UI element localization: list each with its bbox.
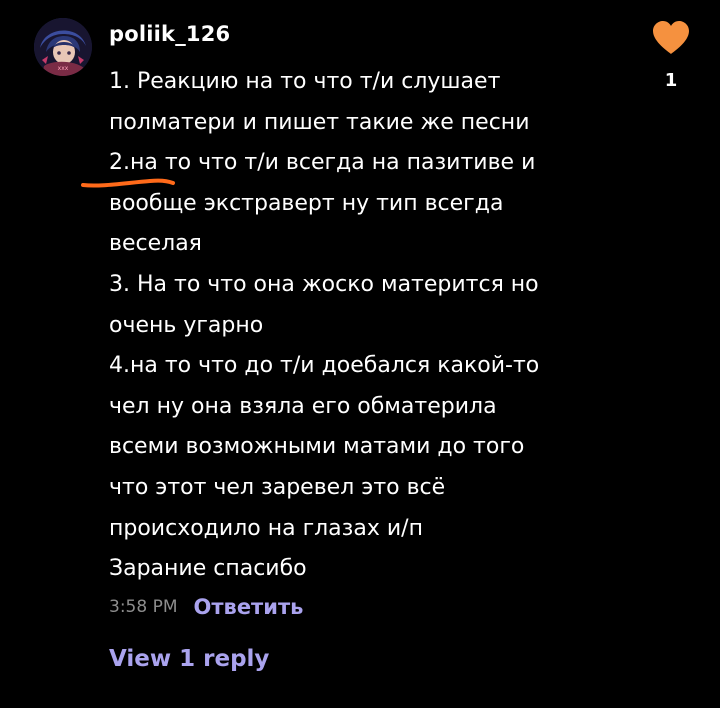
username[interactable]: poliik_126 bbox=[109, 22, 230, 46]
comment-line: происходило на глазах и/п bbox=[109, 515, 423, 541]
comment-item: xxx poliik_126 1. Реакцию на то что т/и … bbox=[0, 0, 720, 708]
comment-line: веселая bbox=[109, 231, 202, 257]
like-count: 1 bbox=[664, 70, 678, 91]
comment-line: чел ну она взяла его обматерила bbox=[109, 393, 497, 419]
comment-line: вообще экстраверт ну тип всегда bbox=[109, 190, 504, 216]
comment-line: 2.на то что т/и всегда на пазитиве и bbox=[109, 150, 536, 176]
comment-line: 4.на то что до т/и доебался какой-то bbox=[109, 353, 540, 379]
reply-button[interactable]: Ответить bbox=[194, 595, 304, 619]
comment-line: полматери и пишет такие же песни bbox=[109, 109, 530, 135]
comment-text: 1. Реакцию на то что т/и слушает полмате… bbox=[109, 62, 629, 590]
heart-icon[interactable] bbox=[651, 20, 691, 56]
svg-text:xxx: xxx bbox=[58, 65, 69, 72]
comment-line: Зарание спасибо bbox=[109, 556, 307, 582]
comment-meta: 3:58 PM Ответить bbox=[109, 593, 303, 621]
comment-line: очень угарно bbox=[109, 312, 264, 338]
comment-line: что этот чел заревел это всё bbox=[109, 474, 446, 500]
comment-line: всеми возможными матами до того bbox=[109, 434, 525, 460]
comment-line: 3. На то что она жоско матерится но bbox=[109, 271, 539, 297]
view-replies-link[interactable]: View 1 reply bbox=[109, 646, 269, 672]
like-control: 1 bbox=[648, 20, 694, 91]
timestamp: 3:58 PM bbox=[109, 597, 178, 617]
hand-drawn-underline bbox=[81, 178, 175, 188]
avatar[interactable]: xxx bbox=[34, 18, 92, 76]
comment-line: 1. Реакцию на то что т/и слушает bbox=[109, 69, 501, 94]
avatar-image: xxx bbox=[34, 18, 92, 76]
